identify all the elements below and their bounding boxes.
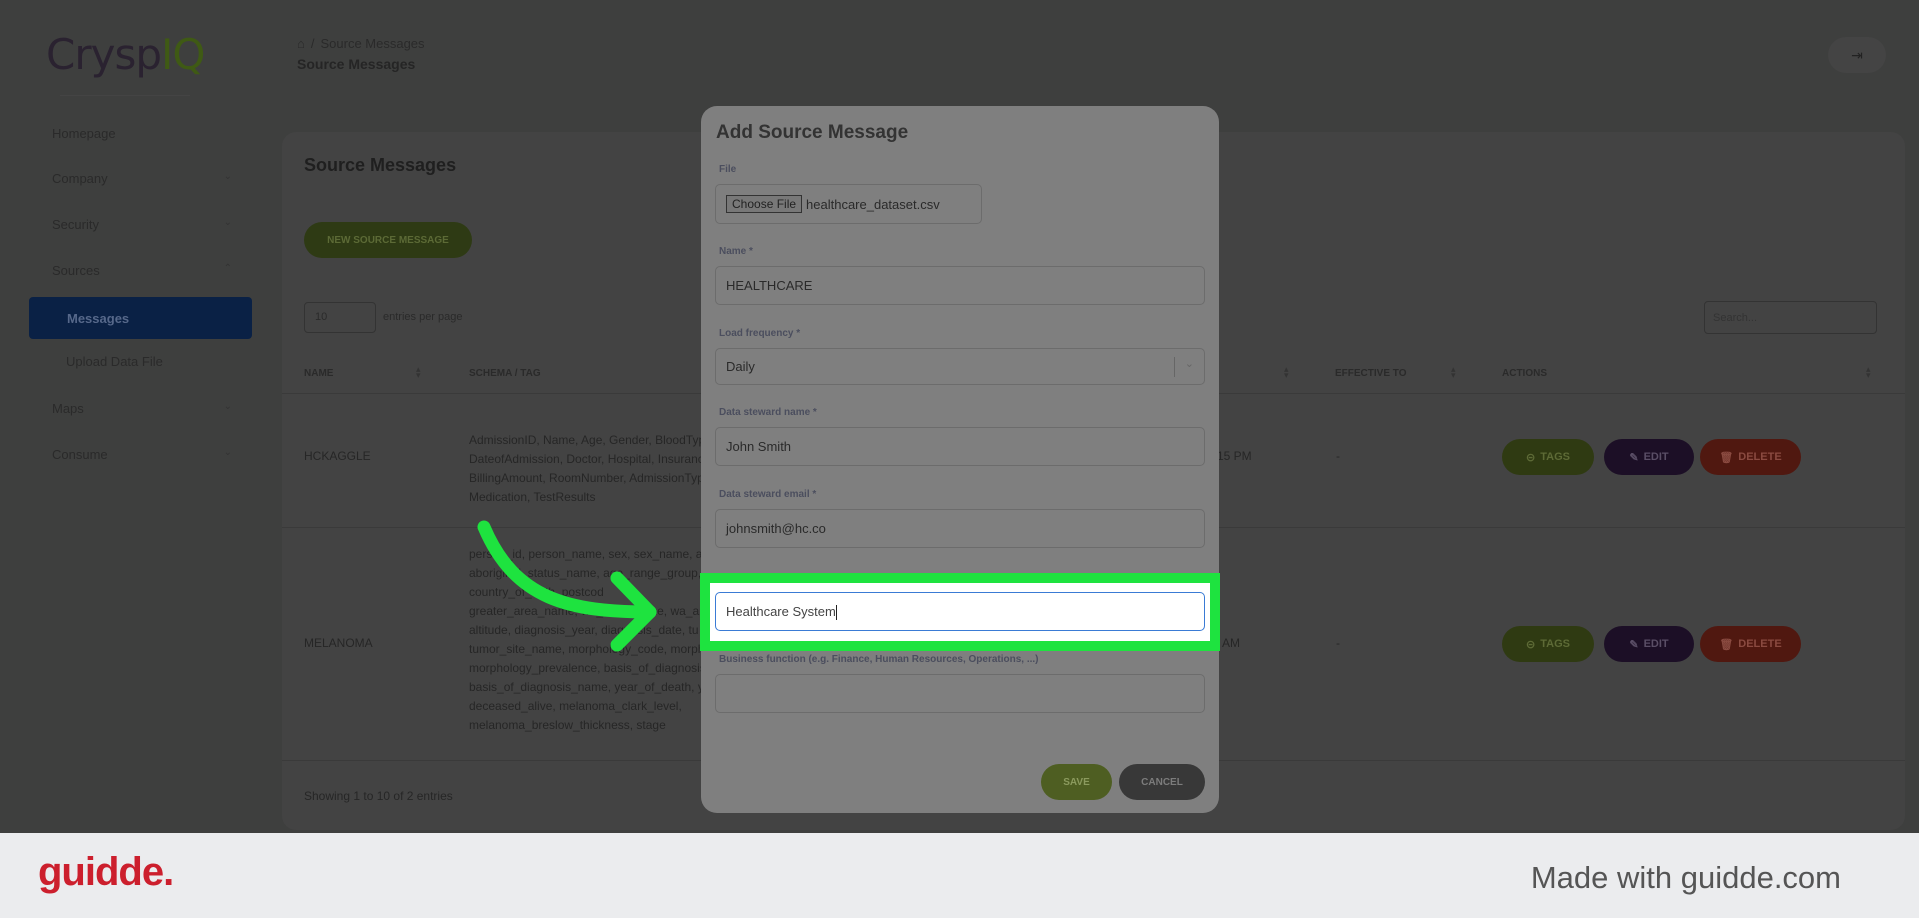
made-with-text: Made with guidde.com bbox=[1530, 860, 1841, 895]
guidde-logo: guidde. bbox=[38, 850, 174, 894]
guide-arrow-icon bbox=[477, 520, 657, 652]
